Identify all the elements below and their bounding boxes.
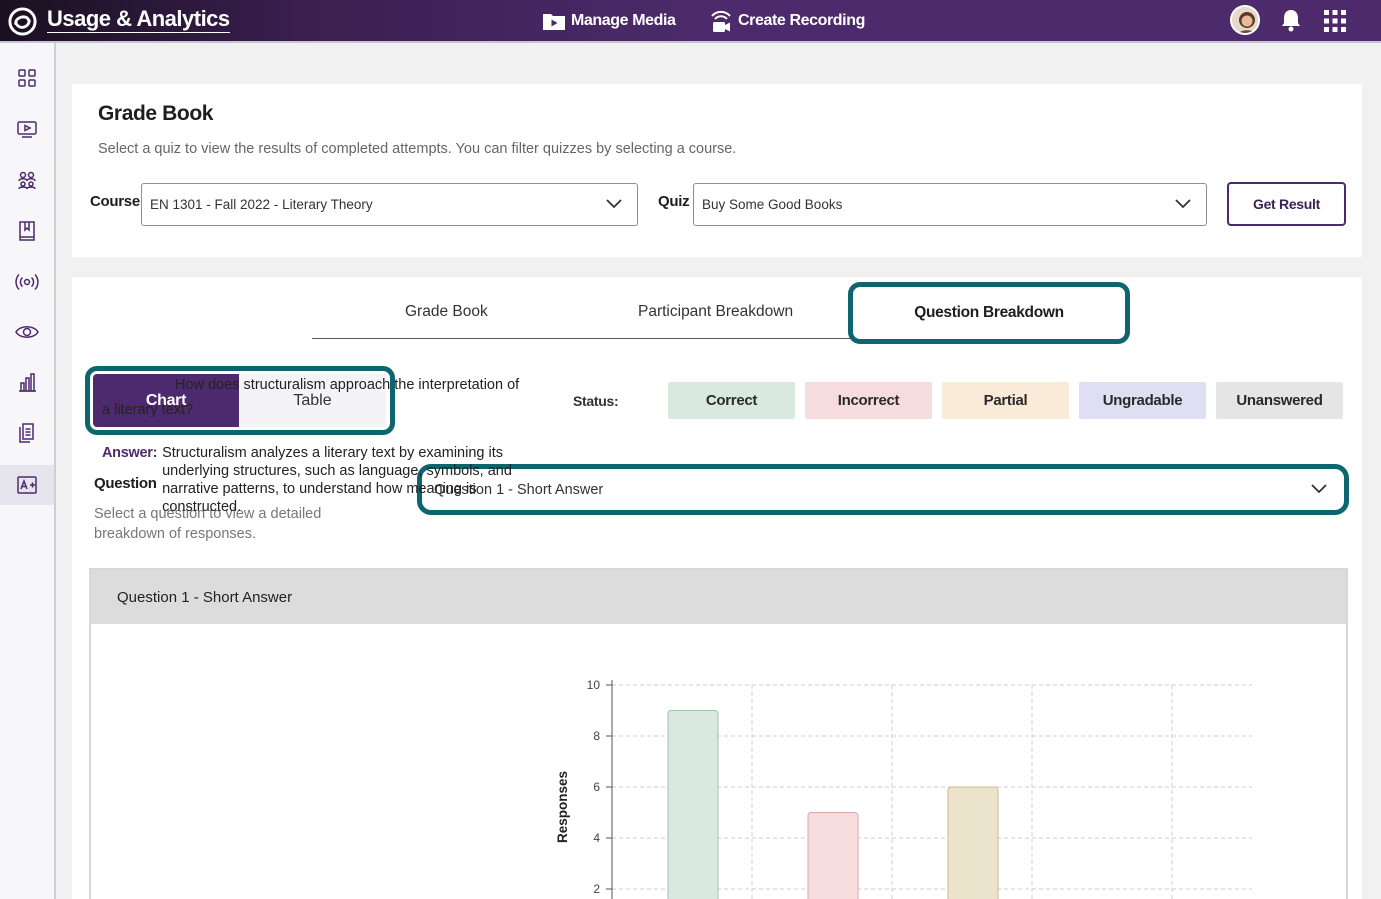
answer-text: Structuralism analyzes a literary text b… bbox=[162, 445, 512, 515]
status-label: Status: bbox=[573, 393, 619, 409]
video-icon bbox=[17, 121, 37, 138]
eye-icon bbox=[15, 326, 39, 338]
y-tick-label: 6 bbox=[593, 780, 600, 794]
create-recording-label: Create Recording bbox=[738, 11, 865, 29]
question-select[interactable]: Question 1 - Short Answer bbox=[417, 464, 1349, 515]
gradebook-filter-panel: Grade Book Select a quiz to view the res… bbox=[72, 84, 1362, 257]
broadcast-icon bbox=[15, 273, 39, 291]
top-bar: Usage & Analytics Manage Media Create Re… bbox=[0, 0, 1381, 43]
chevron-down-icon bbox=[1175, 199, 1191, 209]
quiz-select[interactable]: Buy Some Good Books bbox=[693, 183, 1207, 226]
sidebar-item-library[interactable] bbox=[0, 211, 54, 251]
recording-icon bbox=[711, 10, 731, 32]
sidebar-item-views[interactable] bbox=[0, 312, 54, 352]
y-tick-label: 4 bbox=[593, 831, 600, 845]
sidebar bbox=[0, 43, 56, 899]
manage-media-link[interactable]: Manage Media bbox=[542, 0, 676, 41]
chevron-down-icon bbox=[606, 199, 622, 209]
question-detail-header: Question 1 - Short Answer bbox=[91, 570, 1346, 624]
sidebar-item-groups[interactable] bbox=[0, 160, 54, 200]
tab-grade-book[interactable]: Grade Book bbox=[405, 303, 488, 321]
app-logo-icon[interactable] bbox=[7, 6, 38, 37]
course-label: Course bbox=[90, 193, 140, 210]
user-avatar[interactable] bbox=[1230, 5, 1260, 35]
page-title: Grade Book bbox=[98, 102, 214, 125]
app-title[interactable]: Usage & Analytics bbox=[47, 7, 230, 33]
y-tick-label: 10 bbox=[587, 678, 601, 692]
book-icon bbox=[19, 221, 35, 241]
answer-text-block: Answer: Structuralism analyzes a literar… bbox=[102, 444, 522, 516]
documents-icon bbox=[19, 423, 34, 443]
gradebook-icon bbox=[17, 476, 37, 494]
y-tick-label: 8 bbox=[593, 729, 600, 743]
sidebar-item-dashboard[interactable] bbox=[0, 58, 54, 98]
avatar-image-icon bbox=[1232, 7, 1258, 33]
media-folder-icon bbox=[543, 13, 565, 30]
tab-question-breakdown[interactable]: Question Breakdown bbox=[848, 282, 1130, 344]
course-select-value: EN 1301 - Fall 2022 - Literary Theory bbox=[150, 197, 373, 212]
quiz-select-value: Buy Some Good Books bbox=[702, 197, 843, 212]
page-subtitle: Select a quiz to view the results of com… bbox=[98, 141, 737, 157]
course-select[interactable]: EN 1301 - Fall 2022 - Literary Theory bbox=[141, 183, 638, 226]
analytics-icon bbox=[19, 373, 36, 392]
tab-participant-breakdown[interactable]: Participant Breakdown bbox=[638, 303, 793, 321]
y-tick-label: 2 bbox=[593, 882, 600, 896]
y-axis-label: Responses bbox=[555, 771, 570, 843]
tab-question-breakdown-label: Question Breakdown bbox=[914, 304, 1064, 321]
status-badge-unanswered[interactable]: Unanswered bbox=[1216, 382, 1343, 419]
sidebar-item-live[interactable] bbox=[0, 262, 54, 302]
get-result-button[interactable]: Get Result bbox=[1227, 182, 1346, 226]
groups-icon bbox=[18, 171, 36, 190]
bar-incorrect bbox=[807, 812, 859, 899]
create-recording-link[interactable]: Create Recording bbox=[709, 0, 865, 41]
responses-bar-chart: 2 4 6 8 10 Responses bbox=[555, 678, 1252, 899]
status-badge-partial[interactable]: Partial bbox=[942, 382, 1069, 419]
bar-correct bbox=[667, 710, 719, 899]
question-answer-block: Question: How does structuralism approac… bbox=[102, 373, 522, 516]
apps-grid-icon[interactable] bbox=[1323, 9, 1347, 33]
chevron-down-icon bbox=[1311, 484, 1327, 494]
notification-bell-icon[interactable] bbox=[1280, 8, 1302, 32]
question-key: Question: bbox=[102, 377, 167, 393]
question-text-block: Question: How does structuralism approac… bbox=[102, 373, 522, 423]
quiz-label: Quiz bbox=[658, 193, 690, 210]
sidebar-item-analytics[interactable] bbox=[0, 362, 54, 402]
sidebar-item-video[interactable] bbox=[0, 109, 54, 149]
status-badge-incorrect[interactable]: Incorrect bbox=[805, 382, 932, 419]
bar-partial bbox=[947, 786, 999, 899]
sidebar-item-documents[interactable] bbox=[0, 413, 54, 453]
answer-key: Answer: bbox=[102, 445, 158, 461]
dashboard-icon bbox=[18, 69, 36, 87]
manage-media-label: Manage Media bbox=[571, 11, 676, 29]
tabs-divider bbox=[312, 338, 857, 339]
status-badge-ungradable[interactable]: Ungradable bbox=[1079, 382, 1206, 419]
status-badge-correct[interactable]: Correct bbox=[668, 382, 795, 419]
sidebar-item-gradebook[interactable] bbox=[0, 465, 54, 505]
